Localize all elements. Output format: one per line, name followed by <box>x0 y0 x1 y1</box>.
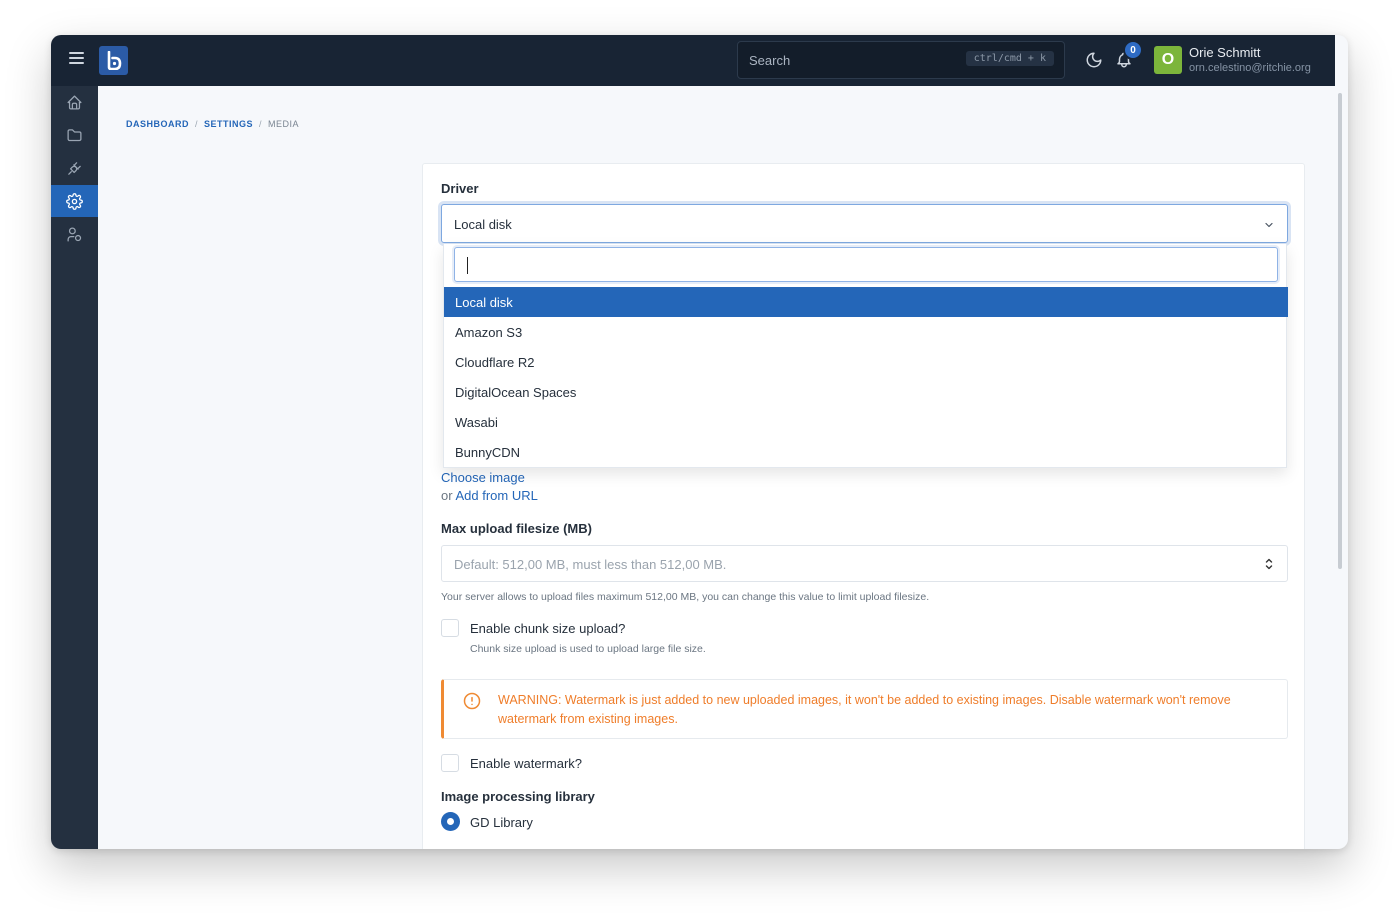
sidebar-item-dashboard[interactable] <box>51 86 98 118</box>
breadcrumb-current: MEDIA <box>268 119 300 129</box>
avatar[interactable]: O <box>1154 46 1182 74</box>
watermark-warning-alert: WARNING: Watermark is just added to new … <box>441 679 1288 739</box>
user-email: orn.celestino@ritchie.org <box>1189 62 1311 74</box>
sidebar <box>51 86 98 849</box>
dropdown-option-cloudflare-r2[interactable]: Cloudflare R2 <box>444 347 1288 377</box>
breadcrumb-separator: / <box>195 119 199 129</box>
chunk-upload-checkbox[interactable] <box>441 619 459 637</box>
dropdown-option-local-disk[interactable]: Local disk <box>444 287 1288 317</box>
notification-badge: 0 <box>1123 40 1143 60</box>
dropdown-option-bunnycdn[interactable]: BunnyCDN <box>444 437 1288 467</box>
breadcrumb-settings[interactable]: SETTINGS <box>204 119 253 129</box>
text-caret <box>467 257 468 274</box>
sidebar-item-users[interactable] <box>51 218 98 250</box>
chunk-upload-help: Chunk size upload is used to upload larg… <box>470 643 706 655</box>
app-logo-icon[interactable] <box>99 46 128 75</box>
max-upload-placeholder: Default: 512,00 MB, must less than 512,0… <box>454 557 727 572</box>
or-text: or <box>441 488 453 503</box>
users-icon <box>67 226 82 242</box>
moon-icon[interactable] <box>1085 51 1103 74</box>
home-icon <box>67 94 82 110</box>
warning-text: WARNING: Watermark is just added to new … <box>498 693 1231 726</box>
gd-library-radio[interactable] <box>441 812 460 831</box>
breadcrumb-dashboard[interactable]: DASHBOARD <box>126 119 189 129</box>
dropdown-option-amazon-s3[interactable]: Amazon S3 <box>444 317 1288 347</box>
sidebar-item-settings[interactable] <box>51 185 98 217</box>
watermark-checkbox[interactable] <box>441 754 459 772</box>
dropdown-search-input[interactable] <box>454 247 1278 282</box>
chevron-down-icon <box>1263 218 1275 236</box>
breadcrumb-separator: / <box>259 119 263 129</box>
driver-select[interactable]: Local disk <box>441 204 1288 243</box>
app-window: Search ctrl/cmd + k 0 O Orie Schmitt orn… <box>51 35 1348 849</box>
plug-icon <box>68 161 81 175</box>
max-upload-input[interactable]: Default: 512,00 MB, must less than 512,0… <box>441 545 1288 582</box>
media-settings-card: Driver Local disk Local disk Amazon S3 C… <box>422 163 1305 849</box>
choose-image-link[interactable]: Choose image <box>441 470 525 485</box>
driver-dropdown: Local disk Amazon S3 Cloudflare R2 Digit… <box>443 244 1288 468</box>
search-placeholder: Search <box>749 53 791 68</box>
add-from-url-link[interactable]: Add from URL <box>455 488 537 503</box>
driver-label: Driver <box>441 181 479 196</box>
max-upload-label: Max upload filesize (MB) <box>441 521 592 536</box>
image-library-label: Image processing library <box>441 789 595 804</box>
max-upload-help: Your server allows to upload files maxim… <box>441 591 930 603</box>
folder-icon <box>67 128 82 141</box>
top-bar: Search ctrl/cmd + k 0 O Orie Schmitt orn… <box>51 35 1335 86</box>
number-stepper-icon[interactable] <box>1265 556 1273 572</box>
page-scrollbar[interactable] <box>1338 93 1342 569</box>
breadcrumb: DASHBOARD / SETTINGS / MEDIA <box>126 119 299 129</box>
sidebar-item-media[interactable] <box>51 119 98 151</box>
chunk-upload-label[interactable]: Enable chunk size upload? <box>470 621 625 636</box>
alert-circle-icon <box>462 691 482 716</box>
watermark-label[interactable]: Enable watermark? <box>470 756 582 771</box>
driver-select-value: Local disk <box>454 217 512 232</box>
user-name[interactable]: Orie Schmitt <box>1189 45 1261 60</box>
dropdown-option-wasabi[interactable]: Wasabi <box>444 407 1288 437</box>
dropdown-option-digitalocean-spaces[interactable]: DigitalOcean Spaces <box>444 377 1288 407</box>
search-shortcut-hint: ctrl/cmd + k <box>965 51 1054 66</box>
gear-icon <box>66 192 83 210</box>
hamburger-menu-icon[interactable] <box>69 52 84 66</box>
search-input[interactable]: Search ctrl/cmd + k <box>737 41 1065 79</box>
sidebar-item-plugins[interactable] <box>51 152 98 184</box>
add-url-prefix: or Add from URL <box>441 488 538 503</box>
gd-library-label[interactable]: GD Library <box>470 815 533 830</box>
